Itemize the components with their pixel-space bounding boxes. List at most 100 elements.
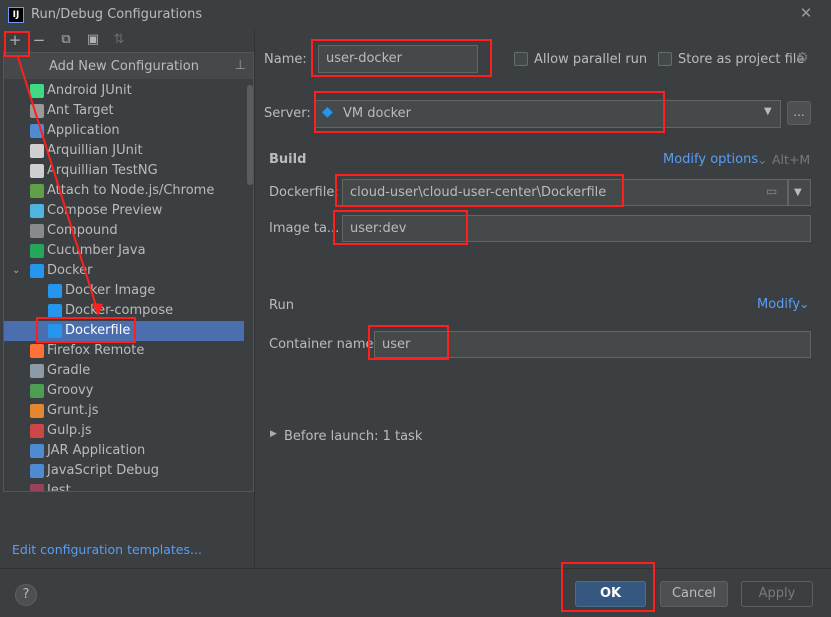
config-type-label: Compound xyxy=(47,223,118,238)
container-name-input[interactable]: user xyxy=(374,331,811,358)
config-type-label: JAR Application xyxy=(47,443,146,458)
ok-button[interactable]: OK xyxy=(575,581,646,607)
dockerfile-input[interactable]: cloud-user\cloud-user-center\Dockerfile xyxy=(342,179,788,206)
config-type-icon xyxy=(30,264,44,278)
config-type-icon xyxy=(30,344,44,358)
config-type-item[interactable]: Application xyxy=(4,121,244,141)
config-type-icon xyxy=(30,84,44,98)
server-more-button[interactable]: ... xyxy=(787,101,811,125)
config-type-item[interactable]: Docker Image xyxy=(4,281,244,301)
scrollbar-thumb[interactable] xyxy=(247,85,253,185)
image-tag-label: Image ta... xyxy=(269,221,340,236)
config-type-icon xyxy=(30,484,44,491)
config-type-item[interactable]: Gulp.js xyxy=(4,421,244,441)
config-type-icon xyxy=(30,164,44,178)
config-type-item[interactable]: Gradle xyxy=(4,361,244,381)
chevron-right-icon[interactable]: ▶ xyxy=(270,429,277,439)
config-type-label: Docker xyxy=(47,263,93,278)
server-value: VM docker xyxy=(343,106,412,121)
config-type-label: Docker Image xyxy=(65,283,156,298)
new-folder-icon[interactable]: ▣ xyxy=(84,31,102,49)
config-type-icon xyxy=(30,204,44,218)
dockerfile-dropdown-button[interactable]: ▼ xyxy=(788,179,811,206)
config-type-icon xyxy=(30,224,44,238)
container-name-label: Container name: xyxy=(269,337,378,352)
config-type-label: Dockerfile xyxy=(65,323,131,338)
window-title: Run/Debug Configurations xyxy=(31,7,203,22)
name-input[interactable]: user-docker xyxy=(318,45,478,73)
copy-configuration-icon[interactable]: ⧉ xyxy=(57,31,75,49)
config-type-item[interactable]: Cucumber Java xyxy=(4,241,244,261)
config-type-label: Application xyxy=(47,123,120,138)
config-type-icon xyxy=(30,404,44,418)
allow-parallel-checkbox[interactable] xyxy=(514,52,528,66)
config-type-item[interactable]: JAR Application xyxy=(4,441,244,461)
before-launch-label[interactable]: Before launch: 1 task xyxy=(284,429,422,444)
allow-parallel-label: Allow parallel run xyxy=(534,52,648,67)
title-bar: IJ Run/Debug Configurations ✕ xyxy=(0,0,831,30)
config-type-icon xyxy=(30,144,44,158)
remove-configuration-button[interactable]: − xyxy=(30,31,48,49)
config-type-item[interactable]: Docker-compose xyxy=(4,301,244,321)
name-label: Name: xyxy=(264,52,307,67)
store-project-checkbox[interactable] xyxy=(658,52,672,66)
config-type-icon xyxy=(30,464,44,478)
config-type-label: Jest xyxy=(47,483,71,491)
build-section-title: Build xyxy=(269,152,307,167)
config-type-item[interactable]: ⌄ Docker xyxy=(4,261,244,281)
config-type-item[interactable]: Firefox Remote xyxy=(4,341,244,361)
dialog-buttons-bar: ? OK Cancel Apply xyxy=(0,568,831,617)
config-type-item[interactable]: Arquillian JUnit xyxy=(4,141,244,161)
image-tag-input[interactable]: user:dev xyxy=(342,215,811,242)
configurations-toolbar: + − ⧉ ▣ ⇅ xyxy=(3,30,243,52)
modify-options-link[interactable]: Modify options xyxy=(663,152,758,167)
config-type-item[interactable]: Arquillian TestNG xyxy=(4,161,244,181)
config-type-icon xyxy=(30,244,44,258)
config-type-item[interactable]: Attach to Node.js/Chrome xyxy=(4,181,244,201)
server-label: Server: xyxy=(264,106,311,121)
config-type-item[interactable]: Android JUnit xyxy=(4,81,244,101)
apply-button[interactable]: Apply xyxy=(741,581,813,607)
gear-icon[interactable]: ⚙ xyxy=(796,50,809,66)
config-type-item[interactable]: Groovy xyxy=(4,381,244,401)
config-type-icon xyxy=(48,284,62,298)
config-type-label: Arquillian TestNG xyxy=(47,163,158,178)
config-type-label: Grunt.js xyxy=(47,403,99,418)
config-type-label: Firefox Remote xyxy=(47,343,145,358)
popup-title: Add New Configuration xyxy=(49,59,199,74)
modify-link[interactable]: Modify xyxy=(757,297,800,312)
config-type-item[interactable]: Dockerfile xyxy=(4,321,244,341)
config-type-icon xyxy=(48,304,62,318)
chevron-down-icon: ⌄ xyxy=(799,296,810,311)
config-type-label: Ant Target xyxy=(47,103,114,118)
add-new-configuration-popup: Add New Configuration ⊥ Android JUnit Ant… xyxy=(3,52,254,492)
config-type-label: Cucumber Java xyxy=(47,243,146,258)
store-project-label: Store as project file xyxy=(678,52,805,67)
config-type-icon xyxy=(30,384,44,398)
folder-icon[interactable]: ▭ xyxy=(766,184,777,198)
config-type-item[interactable]: Compound xyxy=(4,221,244,241)
popup-scrollbar[interactable] xyxy=(246,81,253,491)
edit-configuration-templates-link[interactable]: Edit configuration templates... xyxy=(12,542,202,557)
chevron-down-icon[interactable]: ⌄ xyxy=(12,261,20,281)
config-type-label: Android JUnit xyxy=(47,83,132,98)
configuration-form: Name: user-docker Allow parallel run Sto… xyxy=(255,30,831,568)
cancel-button[interactable]: Cancel xyxy=(660,581,728,607)
config-type-item[interactable]: Grunt.js xyxy=(4,401,244,421)
modify-options-shortcut: Alt+M xyxy=(772,152,811,167)
config-type-icon xyxy=(30,424,44,438)
config-type-item[interactable]: Ant Target xyxy=(4,101,244,121)
server-select[interactable]: VM docker xyxy=(314,100,781,128)
popup-header: Add New Configuration ⊥ xyxy=(4,53,253,79)
add-configuration-button[interactable]: + xyxy=(6,31,24,49)
config-type-item[interactable]: Compose Preview xyxy=(4,201,244,221)
help-button[interactable]: ? xyxy=(15,584,37,606)
chevron-down-icon[interactable]: ▼ xyxy=(764,106,772,117)
run-section-title: Run xyxy=(269,298,294,313)
close-icon[interactable]: ✕ xyxy=(798,5,814,21)
config-type-item[interactable]: Jest xyxy=(4,481,244,491)
sort-icon[interactable]: ⇅ xyxy=(110,31,128,49)
config-type-item[interactable]: JavaScript Debug xyxy=(4,461,244,481)
pin-icon[interactable]: ⊥ xyxy=(235,58,246,73)
config-type-label: Docker-compose xyxy=(65,303,174,318)
